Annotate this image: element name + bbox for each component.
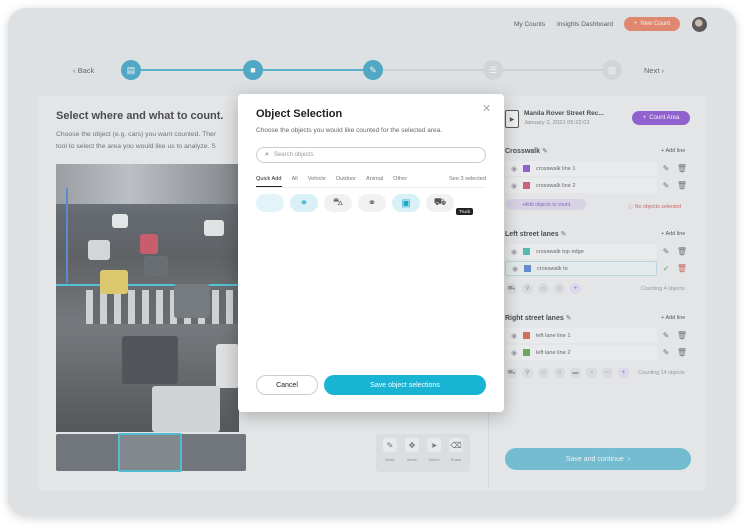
- car-icon: ⛍: [332, 196, 344, 208]
- truck-tooltip: Truck: [456, 208, 474, 215]
- motorcycle-chip[interactable]: ⚭: [358, 194, 386, 212]
- search-placeholder: Search objects: [273, 152, 314, 158]
- tab-outdoor[interactable]: Outdoor: [336, 176, 356, 187]
- cancel-button[interactable]: Cancel: [256, 375, 318, 395]
- tab-animal[interactable]: Animal: [366, 176, 383, 187]
- tab-vehicle[interactable]: Vehicle: [308, 176, 326, 187]
- modal-title: Object Selection: [256, 108, 343, 120]
- motorcycle-icon: ⚭: [367, 197, 377, 209]
- selected-count-link[interactable]: See 3 selected: [449, 176, 486, 187]
- category-tabs: Quick Add All Vehicle Outdoor Animal Oth…: [256, 176, 486, 188]
- close-icon[interactable]: ✕: [482, 102, 491, 115]
- tab-other[interactable]: Other: [393, 176, 407, 187]
- object-selection-modal: Object Selection ✕ Choose the objects yo…: [238, 94, 504, 412]
- bicycle-chip[interactable]: ⚭: [290, 194, 318, 212]
- bicycle-icon: ⚭: [299, 197, 309, 209]
- tab-all[interactable]: All: [292, 176, 298, 187]
- truck-chip[interactable]: ⛟: [426, 194, 454, 212]
- bus-chip[interactable]: ▣: [392, 194, 420, 212]
- truck-icon: ⛟: [433, 196, 447, 208]
- tab-quick-add[interactable]: Quick Add: [256, 176, 282, 187]
- bus-icon: ▣: [401, 197, 411, 209]
- person-chip[interactable]: [256, 194, 284, 212]
- modal-subtitle: Choose the objects you would like counte…: [256, 127, 443, 134]
- car-chip[interactable]: ⛍: [324, 194, 352, 212]
- search-icon: ⌕: [265, 151, 269, 158]
- search-input[interactable]: ⌕ Search objects: [256, 147, 486, 163]
- save-object-selections-button[interactable]: Save object selections: [324, 375, 486, 395]
- quick-add-objects: ⚭ ⛍ ⚭ ▣ ⛟: [256, 194, 454, 212]
